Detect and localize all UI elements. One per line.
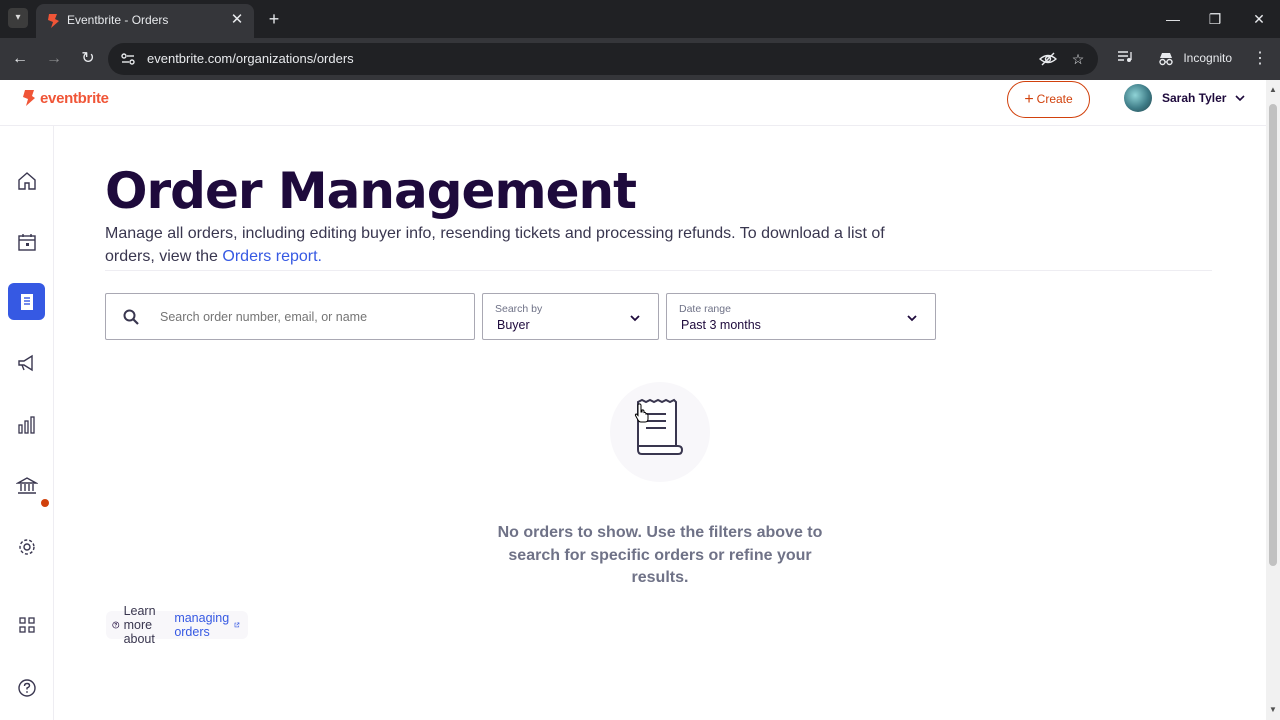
create-button[interactable]: + Create	[1007, 81, 1090, 118]
orders-icon	[20, 293, 33, 310]
chevron-down-icon	[630, 315, 640, 322]
bank-icon	[15, 476, 38, 494]
help-icon	[17, 678, 36, 697]
sidebar-item-marketing[interactable]	[8, 344, 45, 381]
sidebar-item-settings[interactable]	[8, 528, 45, 565]
search-by-select[interactable]: Search by Buyer	[482, 293, 659, 340]
search-input[interactable]	[160, 307, 460, 327]
date-range-value: Past 3 months	[681, 318, 761, 332]
avatar	[1124, 84, 1152, 112]
incognito-indicator[interactable]: Incognito	[1148, 44, 1232, 72]
tab-title: Eventbrite - Orders	[67, 13, 169, 27]
external-link-icon[interactable]	[234, 619, 240, 631]
sidebar-item-home[interactable]	[8, 162, 45, 199]
scroll-down-arrow-icon[interactable]: ▼	[1269, 706, 1277, 714]
eye-off-icon[interactable]	[1038, 50, 1058, 68]
bookmark-star-icon[interactable]: ☆	[1069, 50, 1087, 68]
back-button[interactable]: ←	[9, 48, 31, 70]
search-by-label: Search by	[495, 303, 543, 315]
divider	[105, 270, 1212, 271]
new-tab-button[interactable]: +	[264, 9, 284, 29]
sidebar-item-finance[interactable]	[8, 467, 45, 504]
forward-button[interactable]: →	[43, 48, 65, 70]
date-range-select[interactable]: Date range Past 3 months	[666, 293, 936, 340]
user-menu[interactable]: Sarah Tyler	[1124, 83, 1246, 113]
browser-tab-bar: ▾ Eventbrite - Orders ✕ + — ❐ ✕	[0, 0, 1280, 38]
reload-button[interactable]: ↻	[77, 48, 99, 70]
url-text: eventbrite.com/organizations/orders	[147, 51, 354, 66]
window-close-button[interactable]: ✕	[1248, 8, 1270, 30]
page: eventbrite + Create Sarah Tyler Order Ma…	[0, 80, 1280, 720]
incognito-icon	[1159, 52, 1173, 66]
app-header: eventbrite + Create Sarah Tyler	[0, 80, 1266, 126]
logo-text: eventbrite	[40, 89, 109, 107]
gear-icon	[18, 538, 35, 555]
sidebar-item-orders[interactable]	[8, 283, 45, 320]
search-icon	[123, 309, 139, 325]
sidebar-item-apps[interactable]	[8, 606, 45, 643]
notification-dot	[41, 499, 49, 507]
description-suffix: .	[317, 247, 322, 265]
order-search-box[interactable]	[105, 293, 475, 340]
incognito-label: Incognito	[1183, 51, 1233, 65]
receipt-icon	[637, 398, 684, 455]
learn-more-text: Learn more about	[123, 604, 156, 646]
page-description: Manage all orders, including editing buy…	[105, 223, 935, 268]
eventbrite-logo-mark-icon	[23, 90, 35, 106]
chevron-down-icon	[1235, 95, 1246, 102]
calendar-icon	[17, 233, 36, 251]
managing-orders-link[interactable]: managing orders	[174, 611, 229, 639]
page-title: Order Management	[105, 162, 637, 220]
browser-tab[interactable]: Eventbrite - Orders ✕	[36, 4, 254, 38]
search-by-value: Buyer	[497, 318, 530, 332]
scroll-up-arrow-icon[interactable]: ▲	[1269, 86, 1277, 94]
orders-report-link[interactable]: Orders report	[222, 248, 317, 265]
tab-search-button[interactable]: ▾	[8, 8, 28, 28]
address-bar[interactable]: eventbrite.com/organizations/orders ☆	[108, 43, 1098, 75]
create-label: Create	[1036, 92, 1073, 106]
home-icon	[17, 171, 36, 190]
tab-close-icon[interactable]: ✕	[228, 11, 246, 29]
megaphone-icon	[17, 354, 33, 371]
sidebar-item-help[interactable]	[8, 669, 45, 706]
restore-button[interactable]: ❐	[1204, 8, 1226, 30]
browser-menu-icon[interactable]: ⋮	[1250, 48, 1270, 70]
eventbrite-logo[interactable]: eventbrite	[22, 88, 109, 108]
help-circle-icon	[112, 621, 120, 629]
scroll-thumb[interactable]	[1269, 104, 1277, 566]
chevron-down-icon	[907, 315, 917, 322]
empty-state-message: No orders to show. Use the filters above…	[497, 524, 823, 586]
learn-more-banner: Learn more about managing orders	[106, 604, 248, 646]
user-name: Sarah Tyler	[1162, 91, 1227, 105]
minimize-button[interactable]: —	[1162, 8, 1184, 30]
sidebar	[0, 126, 54, 720]
sidebar-item-events[interactable]	[8, 223, 45, 260]
empty-state-illustration	[610, 382, 710, 482]
eventbrite-favicon-icon	[48, 14, 59, 28]
bar-chart-icon	[17, 415, 35, 434]
site-info-icon[interactable]	[120, 51, 136, 67]
media-controls-icon[interactable]	[1114, 48, 1136, 70]
date-range-label: Date range	[679, 303, 731, 315]
sidebar-item-reports[interactable]	[8, 406, 45, 443]
plus-icon: +	[1024, 91, 1034, 108]
browser-toolbar: ← → ↻ eventbrite.com/organizations/order…	[0, 38, 1280, 80]
grid-icon	[18, 616, 35, 633]
page-scrollbar[interactable]: ▲ ▼	[1266, 80, 1280, 720]
